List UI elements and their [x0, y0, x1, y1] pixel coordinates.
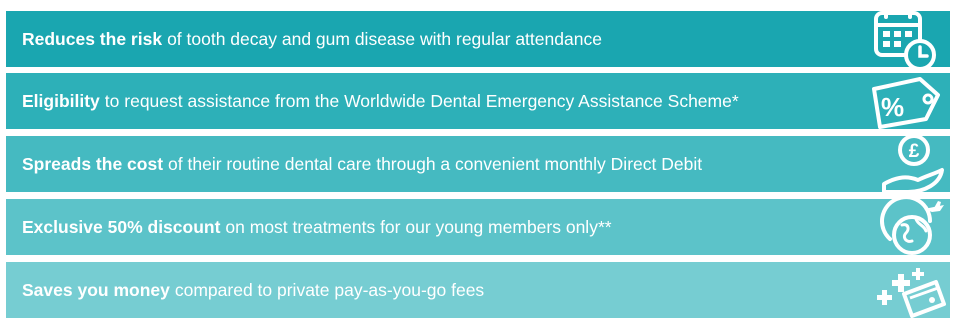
- benefit-banner-saves-money: Saves you money compared to private pay-…: [6, 262, 950, 318]
- benefit-text: of their routine dental care through a c…: [168, 153, 703, 174]
- benefit-text: of tooth decay and gum disease with regu…: [167, 28, 602, 49]
- benefit-banner-reduces-risk: Reduces the risk of tooth decay and gum …: [6, 6, 950, 71]
- benefit-heading: Exclusive 50% discount: [22, 216, 221, 237]
- percent-tag-icon: %: [854, 69, 946, 133]
- benefit-heading: Spreads the cost: [22, 153, 164, 174]
- hand-pound-coin-icon: £: [854, 132, 946, 196]
- benefit-banner-eligibility: Eligibility to request assistance from t…: [6, 73, 950, 129]
- svg-text:%: %: [881, 92, 904, 122]
- svg-text:£: £: [909, 141, 920, 162]
- benefit-heading: Eligibility: [22, 90, 100, 111]
- benefit-text: to request assistance from the Worldwide…: [104, 90, 739, 111]
- benefit-banner-exclusive-discount: Exclusive 50% discount on most treatment…: [6, 195, 950, 255]
- globe-plane-icon: [854, 195, 946, 259]
- benefit-heading: Reduces the risk: [22, 28, 163, 49]
- benefit-heading: Saves you money: [22, 279, 170, 300]
- benefit-text: on most treatments for our young members…: [225, 216, 612, 237]
- calendar-clock-icon: [854, 6, 946, 71]
- wallet-plus-icon: [854, 258, 946, 322]
- benefit-text: compared to private pay-as-you-go fees: [174, 279, 485, 300]
- benefit-banner-spreads-cost: Spreads the cost of their routine dental…: [6, 134, 950, 194]
